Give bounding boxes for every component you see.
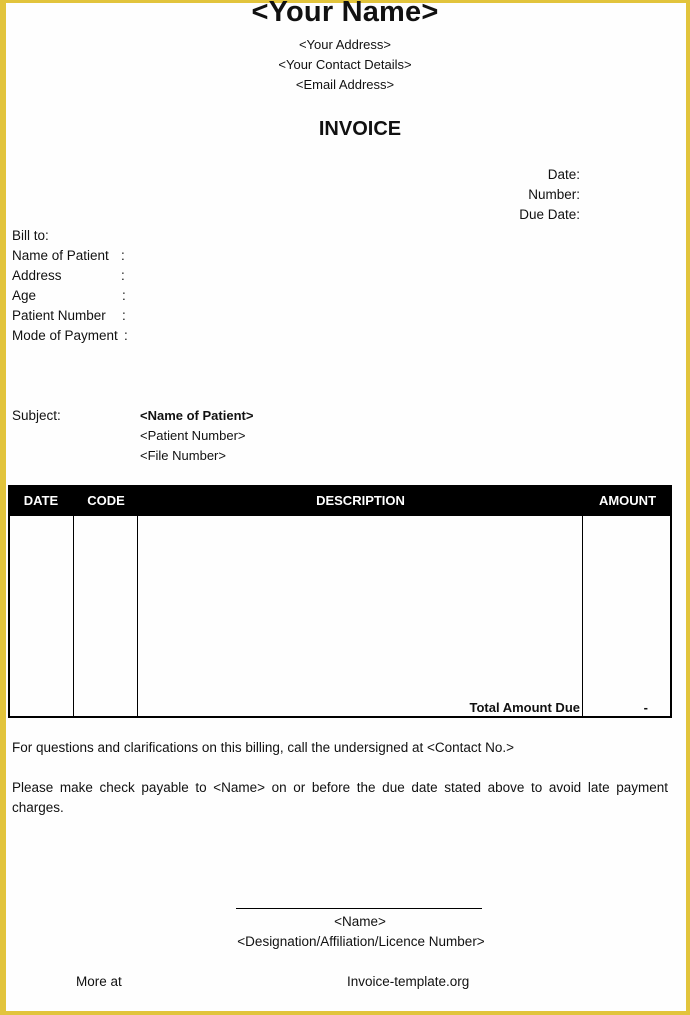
subject-patient-number: <Patient Number> [140, 428, 246, 443]
sender-name: <Your Name> [251, 0, 439, 28]
number-label: Number: [528, 187, 580, 202]
bill-to-heading: Bill to: [12, 228, 49, 243]
subject-label: Subject: [12, 408, 61, 423]
field-mode-of-payment-colon: : [124, 328, 128, 343]
field-name-of-patient-label: Name of Patient [12, 248, 109, 263]
footer-site-link[interactable]: Invoice-template.org [347, 974, 469, 989]
column-header-date: DATE [23, 493, 59, 508]
payable-note: Please make check payable to <Name> on o… [12, 780, 668, 815]
field-mode-of-payment-label: Mode of Payment [12, 328, 118, 343]
date-label: Date: [547, 167, 580, 182]
sender-email: <Email Address> [295, 77, 395, 92]
field-address-label: Address [12, 268, 62, 283]
column-divider [73, 516, 74, 716]
signature-name: <Name> [334, 914, 386, 929]
table-header: DATE CODE DESCRIPTION AMOUNT [8, 485, 672, 516]
subject-file-number: <File Number> [140, 448, 226, 463]
field-patient-number-label: Patient Number [12, 308, 106, 323]
column-divider [582, 516, 583, 716]
field-age-colon: : [122, 288, 126, 303]
signature-line [236, 908, 482, 909]
column-header-code: CODE [87, 493, 125, 508]
sender-address: <Your Address> [298, 37, 392, 52]
subject-patient-name: <Name of Patient> [140, 408, 254, 423]
column-header-amount: AMOUNT [598, 493, 657, 508]
invoice-title: INVOICE [318, 118, 402, 140]
questions-note: For questions and clarifications on this… [12, 740, 515, 755]
total-amount-due-value: - [643, 700, 648, 715]
footer-more-at: More at [76, 974, 122, 989]
field-age-label: Age [12, 288, 37, 303]
signature-designation: <Designation/Affiliation/Licence Number> [237, 934, 485, 949]
column-header-description: DESCRIPTION [316, 493, 405, 508]
field-name-of-patient-colon: : [121, 248, 125, 263]
due-date-label: Due Date: [519, 207, 580, 222]
sender-contact: <Your Contact Details> [278, 57, 412, 72]
field-patient-number-colon: : [122, 308, 126, 323]
total-amount-due-label: Total Amount Due [469, 700, 581, 715]
field-address-colon: : [121, 268, 125, 283]
invoice-table: DATE CODE DESCRIPTION AMOUNT Total Amoun… [8, 485, 672, 718]
column-divider [137, 516, 138, 716]
